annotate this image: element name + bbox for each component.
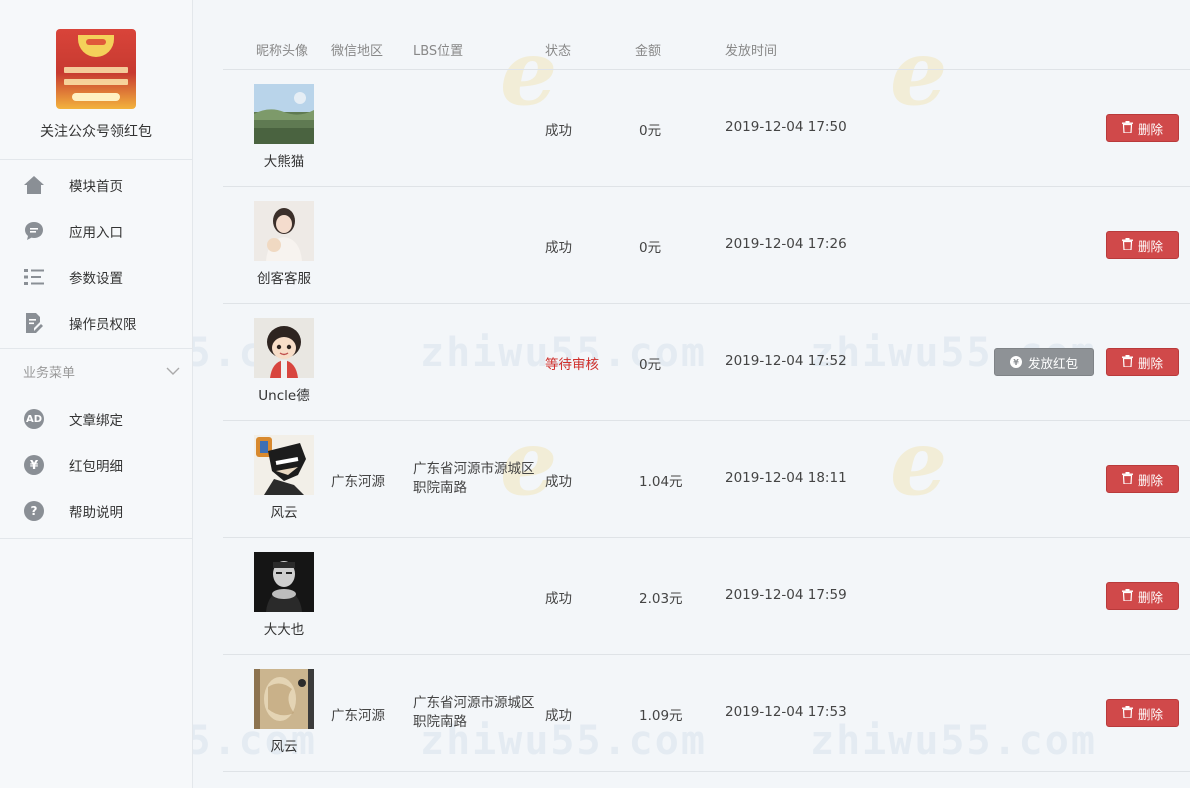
help-icon: ? xyxy=(23,500,45,522)
send-label: 发放红包 xyxy=(1027,355,1078,371)
column-header-nick: 昵称头像 xyxy=(256,44,309,59)
sidebar-item-redpacket-detail[interactable]: ¥ 红包明细 xyxy=(0,442,192,488)
table-row: 大熊猫 成功 0元 2019-12-04 17:50 删除 xyxy=(223,70,1190,187)
amount-cell: 1.04元 xyxy=(639,474,683,490)
amount-cell: 0元 xyxy=(639,357,662,373)
delete-button[interactable]: 删除 xyxy=(1106,348,1179,376)
sidebar: 关注公众号领红包 模块首页 应用入口 参数设置 操作员权限 业务菜单 AD 文章… xyxy=(0,0,193,788)
send-redpacket-button[interactable]: ¥ 发放红包 xyxy=(994,348,1094,376)
nickname: Uncle德 xyxy=(258,388,310,404)
trash-icon xyxy=(1121,237,1133,253)
brand-header: 关注公众号领红包 xyxy=(0,0,192,160)
time-cell: 2019-12-04 17:50 xyxy=(725,119,847,135)
delete-button[interactable]: 删除 xyxy=(1106,114,1179,142)
delete-label: 删除 xyxy=(1137,589,1163,605)
avatar xyxy=(254,435,314,495)
list-settings-icon xyxy=(23,266,45,288)
sidebar-item-label: 红包明细 xyxy=(69,459,123,475)
delete-label: 删除 xyxy=(1137,706,1163,722)
trash-icon xyxy=(1121,354,1133,370)
avatar xyxy=(254,552,314,612)
yen-icon: ¥ xyxy=(1009,356,1022,368)
delete-label: 删除 xyxy=(1137,472,1163,488)
business-nav: AD 文章绑定 ¥ 红包明细 ? 帮助说明 xyxy=(0,394,192,536)
trash-icon xyxy=(1121,471,1133,487)
sidebar-item-article-binding[interactable]: AD 文章绑定 xyxy=(0,396,192,442)
status-cell: 等待审核 xyxy=(545,357,599,373)
home-icon xyxy=(23,174,45,196)
nickname: 创客客服 xyxy=(257,271,311,287)
nav-group-business[interactable]: 业务菜单 xyxy=(0,348,192,394)
time-cell: 2019-12-04 17:53 xyxy=(725,704,847,720)
column-header-status: 状态 xyxy=(545,44,572,59)
nickname: 大熊猫 xyxy=(263,154,305,170)
sidebar-item-label: 文章绑定 xyxy=(69,413,123,429)
sidebar-item-label: 操作员权限 xyxy=(69,317,137,333)
sidebar-item-label: 模块首页 xyxy=(69,179,123,195)
trash-icon xyxy=(1121,588,1133,604)
amount-cell: 0元 xyxy=(639,123,662,139)
sidebar-item-settings[interactable]: 参数设置 xyxy=(0,254,192,300)
avatar xyxy=(254,669,314,729)
sidebar-item-help[interactable]: ? 帮助说明 xyxy=(0,488,192,534)
chat-icon xyxy=(23,220,45,242)
trash-icon xyxy=(1121,705,1133,721)
column-header-lbs: LBS位置 xyxy=(413,44,464,59)
app-logo xyxy=(56,29,136,109)
chevron-down-icon xyxy=(166,364,180,379)
table-row: 大大也 成功 2.03元 2019-12-04 17:59 删除 xyxy=(223,538,1190,655)
avatar xyxy=(254,318,314,378)
time-cell: 2019-12-04 17:59 xyxy=(725,587,847,603)
yen-icon: ¥ xyxy=(23,454,45,476)
edit-document-icon xyxy=(23,312,45,334)
ad-icon: AD xyxy=(23,408,45,430)
delete-button[interactable]: 删除 xyxy=(1106,231,1179,259)
table-row: 风云 广东河源 广东省河源市源城区职院南路 成功 1.09元 2019-12-0… xyxy=(223,655,1190,772)
sidebar-item-entry[interactable]: 应用入口 xyxy=(0,208,192,254)
nickname: 风云 xyxy=(270,739,298,755)
time-cell: 2019-12-04 18:11 xyxy=(725,470,847,486)
status-cell: 成功 xyxy=(545,474,572,490)
table-row: 风云 广东河源 广东省河源市源城区职院南路 成功 1.04元 2019-12-0… xyxy=(223,421,1190,538)
avatar xyxy=(254,201,314,261)
trash-icon xyxy=(1121,120,1133,136)
column-header-amount: 金额 xyxy=(635,44,662,59)
amount-cell: 1.09元 xyxy=(639,708,683,724)
sidebar-item-label: 应用入口 xyxy=(69,225,123,241)
table-row: 创客客服 成功 0元 2019-12-04 17:26 删除 xyxy=(223,187,1190,304)
main-content: 昵称头像 微信地区 LBS位置 状态 金额 发放时间 大熊猫 成功 0元 201… xyxy=(193,0,1190,788)
column-header-time: 发放时间 xyxy=(725,44,778,59)
avatar xyxy=(254,84,314,144)
table-row: Uncle德 等待审核 0元 2019-12-04 17:52 ¥ 发放红包 删… xyxy=(223,304,1190,421)
status-cell: 成功 xyxy=(545,708,572,724)
delete-button[interactable]: 删除 xyxy=(1106,699,1179,727)
delete-button[interactable]: 删除 xyxy=(1106,465,1179,493)
status-cell: 成功 xyxy=(545,240,572,256)
region-cell: 广东河源 xyxy=(331,708,385,724)
sidebar-item-home[interactable]: 模块首页 xyxy=(0,162,192,208)
column-header-region: 微信地区 xyxy=(331,44,384,59)
delete-label: 删除 xyxy=(1137,355,1163,371)
app-title: 关注公众号领红包 xyxy=(40,124,152,140)
sidebar-item-operators[interactable]: 操作员权限 xyxy=(0,300,192,346)
region-cell: 广东河源 xyxy=(331,474,385,490)
nickname: 大大也 xyxy=(263,622,305,638)
main-nav: 模块首页 应用入口 参数设置 操作员权限 xyxy=(0,160,192,348)
table-header: 昵称头像 微信地区 LBS位置 状态 金额 发放时间 xyxy=(223,30,1190,70)
status-cell: 成功 xyxy=(545,591,572,607)
amount-cell: 0元 xyxy=(639,240,662,256)
delete-label: 删除 xyxy=(1137,238,1163,254)
delete-label: 删除 xyxy=(1137,121,1163,137)
lbs-cell: 广东省河源市源城区职院南路 xyxy=(413,461,535,496)
sidebar-item-label: 参数设置 xyxy=(69,271,123,287)
time-cell: 2019-12-04 17:52 xyxy=(725,353,847,369)
sidebar-item-label: 帮助说明 xyxy=(69,505,123,521)
time-cell: 2019-12-04 17:26 xyxy=(725,236,847,252)
status-cell: 成功 xyxy=(545,123,572,139)
nickname: 风云 xyxy=(270,505,298,521)
delete-button[interactable]: 删除 xyxy=(1106,582,1179,610)
nav-group-label: 业务菜单 xyxy=(23,366,76,381)
amount-cell: 2.03元 xyxy=(639,591,683,607)
lbs-cell: 广东省河源市源城区职院南路 xyxy=(413,695,535,730)
